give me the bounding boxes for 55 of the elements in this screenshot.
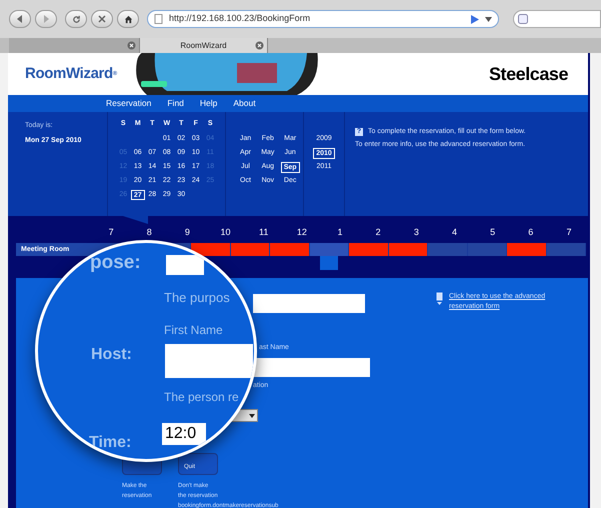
last-name-input[interactable] <box>253 358 370 376</box>
hour-label: 11 <box>258 226 270 240</box>
url-text: http://192.168.100.23/BookingForm <box>169 12 312 26</box>
close-icon[interactable] <box>255 41 264 50</box>
hour-label: 7 <box>108 226 115 240</box>
back-icon <box>16 15 24 23</box>
steelcase-logo: Steelcase <box>488 62 568 86</box>
forward-icon <box>42 15 50 23</box>
back-button[interactable] <box>9 10 31 28</box>
first-name-label: First Name <box>164 322 223 339</box>
document-icon <box>436 292 443 305</box>
hour-label: 12 <box>296 226 308 240</box>
reload-icon <box>72 14 80 24</box>
close-icon <box>98 15 106 23</box>
hour-label: 8 <box>146 226 153 240</box>
purpose-input[interactable] <box>253 294 365 313</box>
page-icon <box>154 14 163 24</box>
hour-label: 5 <box>489 226 496 240</box>
reload-button[interactable] <box>65 10 87 28</box>
hour-label: 3 <box>412 226 420 240</box>
purpose-hint: The purpos <box>164 289 230 307</box>
address-field[interactable]: http://192.168.100.23/BookingForm <box>147 10 499 28</box>
close-icon[interactable] <box>127 41 136 50</box>
hour-label: 7 <box>565 226 572 240</box>
selected-slot-connector <box>320 256 338 270</box>
time-slot[interactable] <box>191 243 230 256</box>
hour-label: 1 <box>336 226 344 240</box>
go-icon <box>470 14 479 24</box>
browser-tab[interactable]: RoomWizard <box>140 38 268 53</box>
hour-label: 9 <box>184 226 191 240</box>
host-label: Host: <box>91 345 132 365</box>
nav-link[interactable]: Reservation <box>106 97 152 110</box>
search-field[interactable] <box>513 10 601 28</box>
nav-link[interactable]: About <box>233 97 256 110</box>
first-name-input[interactable] <box>165 344 253 378</box>
hour-label: 2 <box>374 226 382 240</box>
caret-icon <box>249 414 255 418</box>
time-slot[interactable] <box>388 243 428 256</box>
time-slot[interactable] <box>230 243 270 256</box>
stop-button[interactable] <box>91 10 113 28</box>
host-hint: The person re <box>164 389 239 406</box>
forward-button[interactable] <box>35 10 57 28</box>
purpose-input[interactable] <box>166 255 204 275</box>
hour-label: 6 <box>527 226 534 240</box>
hour-label: 10 <box>220 226 232 240</box>
home-button[interactable] <box>117 10 139 28</box>
roomwizard-logo: RoomWizard$^{®}$ <box>25 64 117 84</box>
caret-icon <box>485 16 492 22</box>
home-icon <box>124 14 132 24</box>
hour-label: 4 <box>450 226 458 240</box>
nav-link[interactable]: Help <box>200 97 218 110</box>
time-label: Time: <box>89 433 132 453</box>
search-engine-icon <box>518 14 528 24</box>
nav-link[interactable]: Find <box>167 97 184 110</box>
time-input[interactable]: 12:0 <box>162 423 206 445</box>
